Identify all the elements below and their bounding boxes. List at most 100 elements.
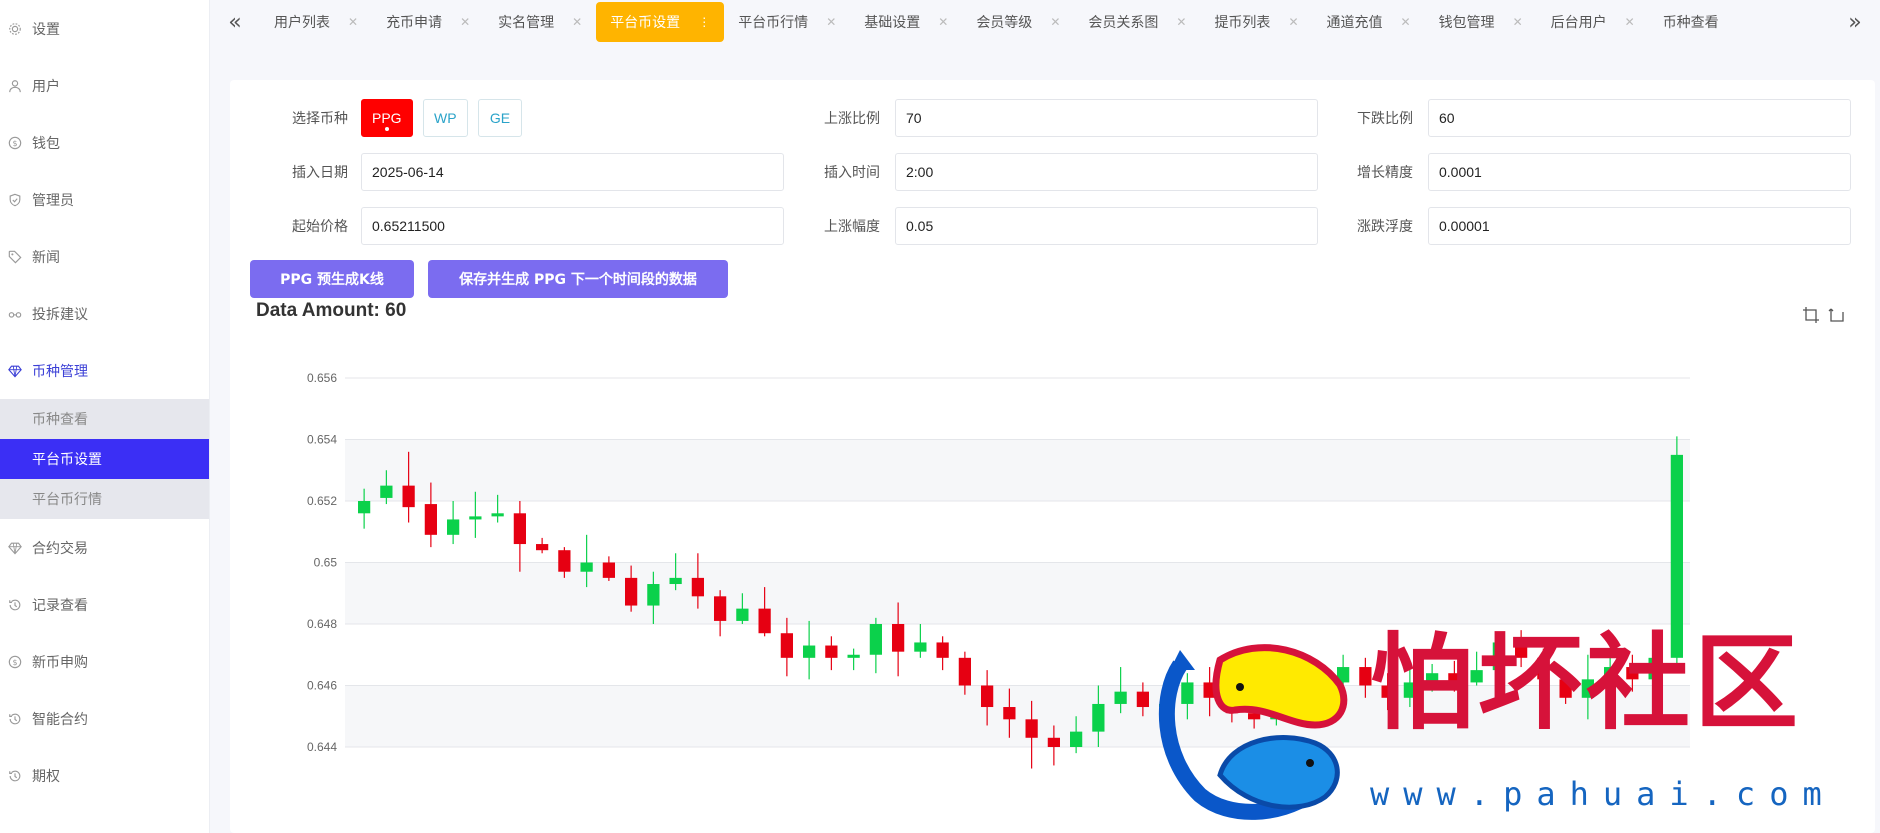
rise-range-input[interactable] [895,207,1318,245]
sidebar-item-coin-management[interactable]: 币种管理 [0,342,209,399]
candle-body-up [1114,691,1127,704]
tabs-scroll-left-button[interactable]: « [210,0,260,44]
candle-body-up [1292,710,1305,714]
chart-band [345,378,1690,440]
tab-label: 通道充值 [1326,15,1383,31]
sidebar-item-feedback[interactable]: 投拆建议 [0,285,209,342]
float-label: 涨跌浮度 [1357,219,1413,235]
close-icon[interactable]: ✕ [1050,15,1060,29]
sidebar-item-smart-contract[interactable]: 智能合约 [0,690,209,747]
sidebar-item-label: 期权 [32,768,60,785]
candle-body-down [958,657,971,686]
close-icon[interactable]: ✕ [460,15,470,29]
tab-member-levels[interactable]: 会员等级 ✕ [962,2,1074,42]
tab-backend-users[interactable]: 后台用户 ✕ [1537,2,1649,42]
tab-deposit-requests[interactable]: 充币申请 ✕ [372,2,484,42]
insert-time-label: 插入时间 [824,165,880,181]
sidebar-subitem-platform-coin-settings[interactable]: 平台币设置 [0,439,209,479]
chart-grid [345,377,1690,827]
sidebar-item-records[interactable]: 记录查看 [0,576,209,633]
sidebar-item-user[interactable]: 用户 [0,57,209,114]
chart-band [345,685,1690,747]
rise-ratio-input[interactable] [895,99,1318,137]
candle-body-down [714,596,727,621]
float-input[interactable] [1428,207,1851,245]
candle-body-up [1270,713,1283,720]
sidebar-item-label: 钱包 [32,135,60,152]
double-chevron-left-icon: « [228,9,242,35]
tab-channel-deposit[interactable]: 通道充值 ✕ [1313,2,1425,42]
candle-body-up [1670,454,1683,658]
tab-member-relations[interactable]: 会员关系图 ✕ [1074,2,1200,42]
tab-coin-view[interactable]: 币种查看 [1649,2,1733,42]
sidebar-item-admin[interactable]: 管理员 [0,171,209,228]
sidebar: 设置 用户 $ 钱包 管理员 新闻 投拆建议 币种管理 币种查看 平台币设置 平… [0,0,210,833]
kline-chart[interactable]: 0.656 0.654 0.652 0.65 0.648 0.646 0.644 [230,350,1875,833]
sidebar-item-new-coin-subscription[interactable]: $ 新币申购 [0,633,209,690]
tab-label: 用户列表 [274,15,330,31]
tab-wallet-management[interactable]: 钱包管理 ✕ [1425,2,1537,42]
save-and-generate-button[interactable]: 保存并生成 PPG 下一个时间段的数据 [428,260,728,298]
close-icon[interactable]: ✕ [1288,15,1298,29]
diamond-icon [8,541,22,555]
tab-user-list[interactable]: 用户列表 ✕ [260,2,372,42]
sidebar-item-label: 智能合约 [32,711,88,728]
growth-precision-input[interactable] [1428,153,1851,191]
tab-platform-coin-market[interactable]: 平台币行情 ✕ [724,2,850,42]
coin-option-wp[interactable]: WP [423,99,468,137]
coin-management-submenu: 币种查看 平台币设置 平台币行情 [0,399,209,519]
candle-body-up [1403,682,1416,698]
close-icon[interactable]: ✕ [1513,15,1523,29]
tab-list: 用户列表 ✕ 充币申请 ✕ 实名管理 ✕ 平台币设置 ⋮ 平台币行情 ✕ 基础设置 ✕ 会员… [260,0,1830,44]
tabs-scroll-right-button[interactable]: » [1830,0,1880,44]
close-icon[interactable]: ✕ [1401,15,1411,29]
candle[interactable] [1670,436,1683,668]
sidebar-item-contract-trading[interactable]: 合约交易 [0,519,209,576]
coin-option-ppg[interactable]: PPG [361,99,413,137]
tab-label: 提币列表 [1214,15,1271,31]
insert-time-input[interactable] [895,153,1318,191]
close-icon[interactable]: ⋮ [698,15,710,29]
sidebar-item-wallet[interactable]: $ 钱包 [0,114,209,171]
close-icon[interactable]: ✕ [1625,15,1635,29]
sidebar-item-news[interactable]: 新闻 [0,228,209,285]
pregenerate-kline-button[interactable]: PPG 预生成K线 [250,260,414,298]
insert-date-input[interactable] [361,153,784,191]
candle-body-down [758,608,771,634]
start-price-input[interactable] [361,207,784,245]
y-tick-label: 0.646 [307,679,337,693]
close-icon[interactable]: ✕ [826,15,836,29]
close-icon[interactable]: ✕ [348,15,358,29]
close-icon[interactable]: ✕ [1176,15,1186,29]
candle-body-down [1203,682,1216,698]
candle-body-up [447,519,460,535]
tab-withdraw-list[interactable]: 提币列表 ✕ [1200,2,1312,42]
candle-body-up [491,513,504,517]
zoom-reset-icon[interactable] [1827,306,1845,324]
y-tick-label: 0.65 [314,556,338,570]
tab-kyc-management[interactable]: 实名管理 ✕ [484,2,596,42]
close-icon[interactable]: ✕ [938,15,948,29]
tab-platform-coin-settings[interactable]: 平台币设置 ⋮ [596,2,725,42]
candle-body-up [1492,642,1505,671]
sidebar-item-label: 新币申购 [32,654,88,671]
sidebar-item-options[interactable]: 期权 [0,747,209,804]
candle-body-down [558,550,571,572]
sidebar-item-settings[interactable]: 设置 [0,0,209,57]
close-icon[interactable]: ✕ [572,15,582,29]
candle-body-down [1136,691,1149,708]
candle-body-up [580,562,593,572]
sidebar-subitem-coin-view[interactable]: 币种查看 [0,399,209,439]
sidebar-subitem-platform-coin-market[interactable]: 平台币行情 [0,479,209,519]
tab-basic-settings[interactable]: 基础设置 ✕ [850,2,962,42]
candle-body-down [1248,713,1261,720]
coin-option-ge[interactable]: GE [478,99,522,137]
candle-body-up [1337,667,1350,683]
sidebar-item-label: 记录查看 [32,597,88,614]
zoom-area-icon[interactable] [1802,306,1820,324]
history-icon [8,712,22,726]
fall-ratio-input[interactable] [1428,99,1851,137]
sidebar-item-label: 币种管理 [32,363,88,380]
tab-label: 平台币设置 [610,15,681,31]
user-icon [8,79,22,93]
